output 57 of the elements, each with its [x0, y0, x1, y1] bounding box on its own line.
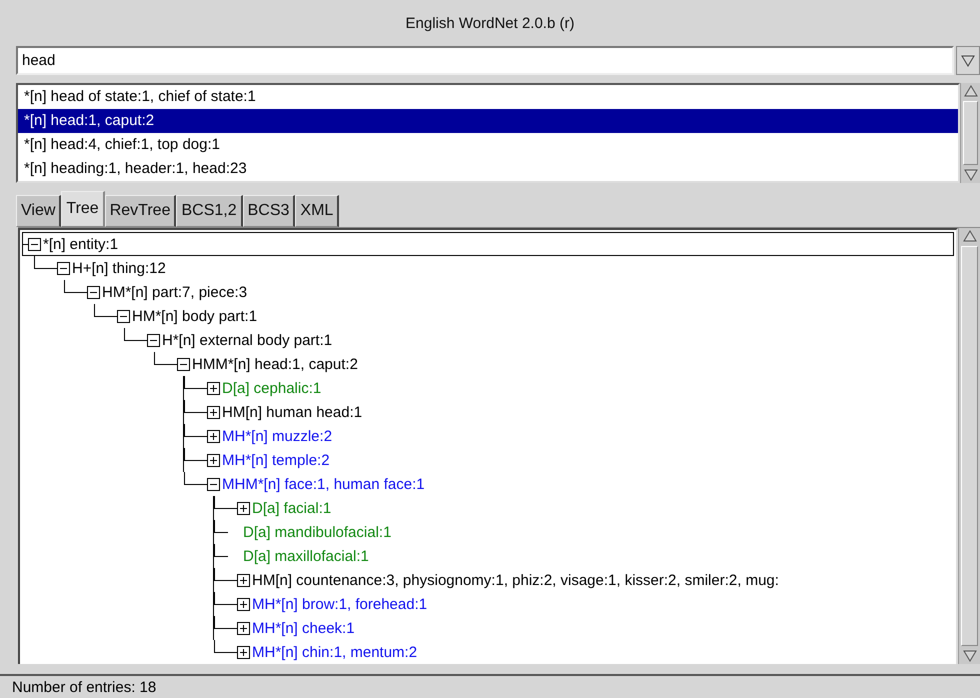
- tab[interactable]: View: [16, 195, 62, 228]
- expand-icon[interactable]: [237, 502, 250, 515]
- scroll-down-icon[interactable]: [962, 649, 978, 664]
- tab[interactable]: BCS3: [242, 195, 296, 228]
- tree-item[interactable]: HM*[n] part:7, piece:3: [100, 284, 248, 301]
- result-item[interactable]: *[n] head:4, chief:1, top dog:1: [18, 133, 958, 158]
- tab[interactable]: RevTree: [104, 195, 176, 228]
- expand-icon[interactable]: [207, 382, 220, 395]
- scroll-thumb[interactable]: [963, 101, 978, 166]
- tree-item[interactable]: MHM*[n] face:1, human face:1: [220, 476, 425, 493]
- expand-icon[interactable]: [237, 646, 250, 659]
- search-field[interactable]: head: [16, 46, 954, 76]
- dropdown-button[interactable]: [956, 46, 980, 76]
- tab[interactable]: BCS1,2: [176, 195, 243, 228]
- collapse-icon[interactable]: [117, 310, 130, 323]
- tree-item[interactable]: MH*[n] muzzle:2: [220, 428, 332, 445]
- scroll-up-icon[interactable]: [962, 84, 978, 98]
- expand-icon[interactable]: [237, 574, 250, 587]
- result-item[interactable]: *[n] head of state:1, chief of state:1: [18, 85, 958, 110]
- tree-item[interactable]: D[a] cephalic:1: [220, 380, 322, 397]
- tree-item[interactable]: HM[n] countenance:3, physiognomy:1, phiz:2, visage:1, kisser:2, smiler:2, mug:: [250, 572, 779, 589]
- expand-icon[interactable]: [207, 454, 220, 467]
- tree-item[interactable]: MH*[n] brow:1, forehead:1: [250, 596, 428, 613]
- result-item[interactable]: *[n] heading:1, header:1, head:23: [18, 157, 958, 182]
- result-item[interactable]: *[n] head:1, caput:2: [18, 109, 958, 134]
- window-title: English WordNet 2.0.b (r): [404, 14, 576, 34]
- scroll-thumb[interactable]: [961, 246, 978, 646]
- collapse-icon[interactable]: [87, 286, 100, 299]
- expand-icon[interactable]: [237, 622, 250, 635]
- collapse-icon[interactable]: [147, 334, 160, 347]
- tree-item[interactable]: MH*[n] cheek:1: [250, 620, 355, 637]
- scroll-down-icon[interactable]: [962, 168, 978, 182]
- tree-item[interactable]: MH*[n] temple:2: [220, 452, 330, 469]
- expand-icon[interactable]: [237, 598, 250, 611]
- tree-item[interactable]: MH*[n] chin:1, mentum:2: [250, 644, 418, 661]
- tree-item[interactable]: H+[n] thing:12: [70, 260, 166, 277]
- collapse-icon[interactable]: [207, 478, 220, 491]
- expand-icon[interactable]: [207, 430, 220, 443]
- scrollbar[interactable]: [958, 228, 980, 664]
- tree-item[interactable]: *[n] entity:1: [41, 236, 118, 253]
- tree-item[interactable]: HMM*[n] head:1, caput:2: [190, 356, 358, 373]
- expand-icon[interactable]: [207, 406, 220, 419]
- tree-item[interactable]: HM*[n] body part:1: [130, 308, 258, 325]
- scrollbar[interactable]: [960, 83, 980, 184]
- collapse-icon[interactable]: [28, 238, 41, 251]
- scroll-up-icon[interactable]: [962, 229, 978, 244]
- collapse-icon[interactable]: [177, 358, 190, 371]
- tree-item[interactable]: H*[n] external body part:1: [160, 332, 332, 349]
- tree-item[interactable]: HM[n] human head:1: [220, 404, 362, 421]
- caret-icon: [961, 54, 975, 68]
- tree-item[interactable]: D[a] maxillofacial:1: [241, 548, 369, 565]
- tab[interactable]: Tree: [61, 191, 105, 228]
- tree-item[interactable]: D[a] facial:1: [250, 500, 332, 517]
- tree-item[interactable]: D[a] mandibulofacial:1: [241, 524, 392, 541]
- tab[interactable]: XML: [295, 195, 340, 228]
- collapse-icon[interactable]: [57, 262, 70, 275]
- status-text: Number of entries: 18: [12, 678, 156, 696]
